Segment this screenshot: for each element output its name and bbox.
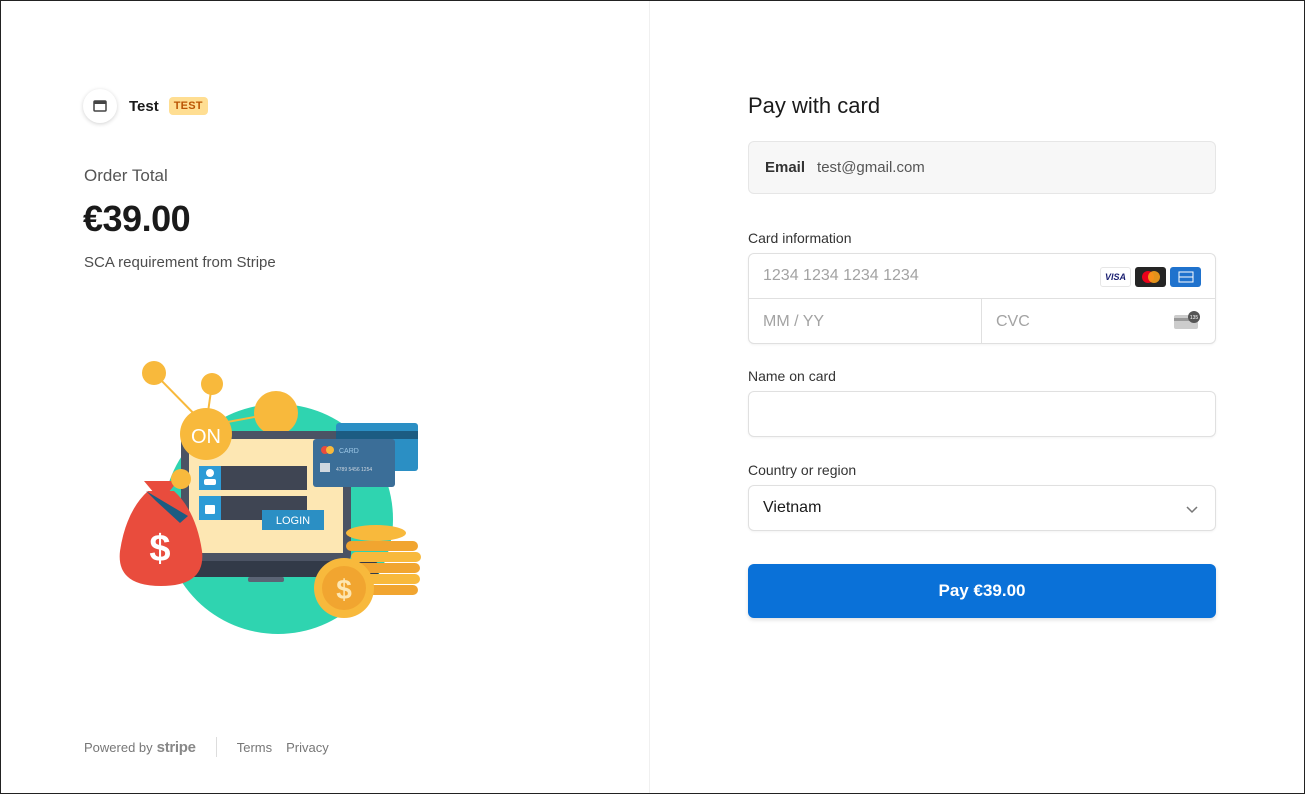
- footer-divider: [215, 737, 217, 757]
- on-label: ON: [191, 426, 221, 448]
- payment-illustration: LOGIN ON CARD 4789 5456 1254 $ $: [119, 361, 421, 634]
- country-label: Country or region: [748, 462, 857, 478]
- order-description: SCA requirement from Stripe: [84, 254, 276, 271]
- powered-by-label: Powered by: [84, 739, 153, 755]
- dollar-sign-bag: $: [149, 528, 170, 570]
- email-label: Email: [765, 159, 806, 176]
- payment-form-panel: Pay with card Email test@gmail.com Card …: [649, 1, 1304, 793]
- card-expiry-input[interactable]: MM / YY: [749, 299, 982, 344]
- amex-icon: [1170, 267, 1201, 287]
- card-number-illustration: 4789 5456 1254: [336, 467, 372, 473]
- country-select[interactable]: Vietnam: [748, 485, 1216, 531]
- footer: Powered by stripe Terms Privacy: [84, 737, 343, 757]
- pay-button[interactable]: Pay €39.00: [748, 564, 1216, 618]
- network-dot: [142, 361, 166, 385]
- chevron-down-icon: [1186, 506, 1198, 514]
- country-value: Vietnam: [763, 499, 822, 516]
- name-on-card-label: Name on card: [748, 368, 836, 384]
- cvc-placeholder: CVC: [996, 312, 1030, 330]
- email-display: Email test@gmail.com: [748, 141, 1216, 194]
- expiry-placeholder: MM / YY: [763, 312, 825, 330]
- card-number-input[interactable]: 1234 1234 1234 1234 VISA: [749, 254, 1215, 299]
- terms-link[interactable]: Terms: [237, 740, 272, 755]
- email-value: test@gmail.com: [817, 159, 925, 176]
- cvc-card-icon: 135: [1174, 311, 1200, 329]
- network-dot: [254, 391, 298, 435]
- network-dot: [201, 373, 223, 395]
- order-summary-panel: Test TEST Order Total €39.00 SCA require…: [1, 1, 649, 793]
- stripe-logo[interactable]: stripe: [157, 739, 196, 756]
- card-label: CARD: [339, 448, 359, 455]
- name-on-card-input[interactable]: [748, 391, 1216, 437]
- card-information-label: Card information: [748, 230, 852, 246]
- cvc-badge: 135: [1190, 315, 1199, 321]
- order-total-amount: €39.00: [83, 198, 191, 239]
- card-cvc-input[interactable]: CVC 135: [982, 299, 1215, 344]
- privacy-link[interactable]: Privacy: [286, 740, 329, 755]
- dollar-sign-coin: $: [336, 574, 352, 605]
- store-icon: [83, 89, 117, 123]
- card-information-group: 1234 1234 1234 1234 VISA MM / YY CVC 135: [748, 253, 1216, 344]
- test-mode-badge: TEST: [168, 97, 208, 115]
- mastercard-icon: [1135, 267, 1166, 287]
- login-label: LOGIN: [276, 515, 310, 527]
- card-number-placeholder: 1234 1234 1234 1234: [763, 267, 919, 284]
- visa-icon: VISA: [1100, 267, 1131, 287]
- form-title: Pay with card: [748, 93, 881, 118]
- checkout-window: Test TEST Order Total €39.00 SCA require…: [0, 0, 1305, 794]
- card-brands: VISA: [1100, 267, 1201, 287]
- merchant-header[interactable]: Test TEST: [83, 89, 208, 123]
- order-total-label: Order Total: [84, 166, 168, 185]
- merchant-name: Test: [129, 97, 159, 115]
